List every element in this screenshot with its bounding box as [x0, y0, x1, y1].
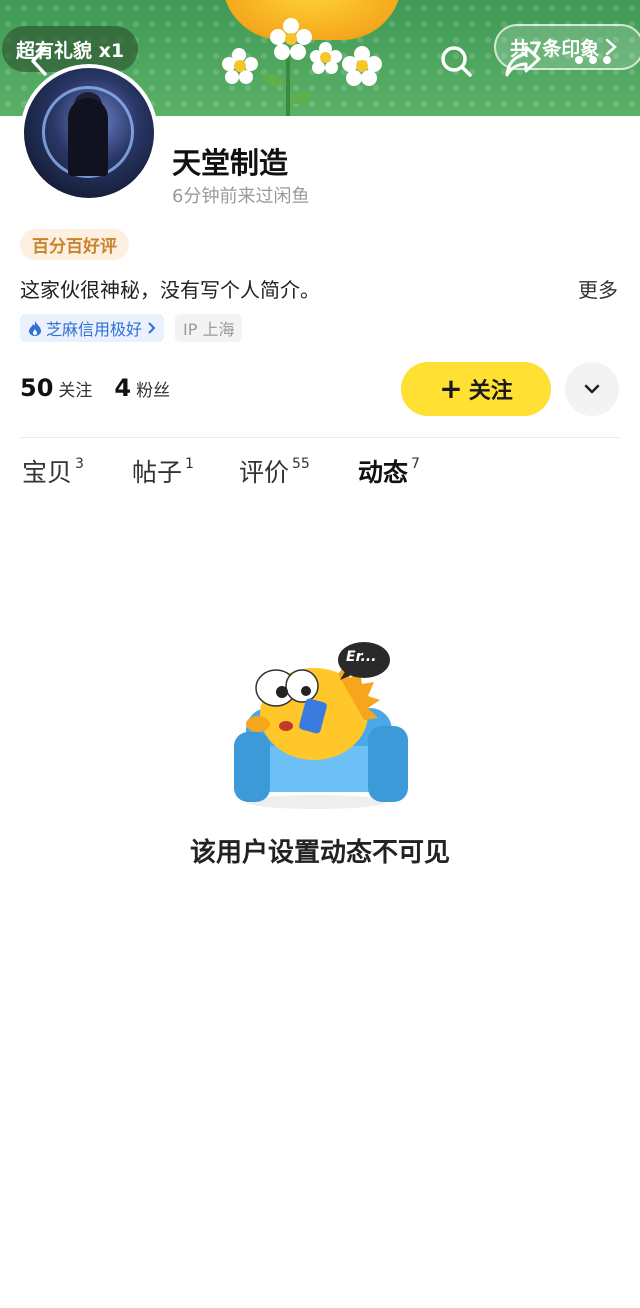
speech-bubble-text: Er...: [346, 649, 377, 665]
profile-bio: 这家伙很神秘，没有写个人简介。: [20, 278, 320, 302]
empty-state-message: 该用户设置动态不可见: [189, 838, 450, 868]
credit-tag[interactable]: 芝麻信用极好: [20, 314, 165, 342]
chevron-down-icon: [584, 384, 600, 394]
tab-label: 宝贝: [22, 458, 73, 487]
ip-location-label: IP 上海: [183, 320, 235, 339]
ip-location-tag: IP 上海: [175, 314, 243, 342]
empty-state-illustration: Er...: [228, 636, 418, 812]
chevron-right-icon: [148, 322, 156, 334]
flower-decoration: [270, 18, 312, 60]
tab-label: 帖子: [132, 458, 183, 487]
back-icon[interactable]: [22, 44, 56, 78]
tab-reviews[interactable]: 评价 55: [239, 450, 310, 496]
more-icon[interactable]: [573, 48, 613, 72]
followers-stat[interactable]: 4 粉丝: [114, 374, 170, 402]
tab-count: 1: [185, 456, 194, 472]
profile-name: 天堂制造: [172, 146, 289, 180]
search-icon[interactable]: [437, 42, 475, 80]
following-stat[interactable]: 50 关注: [20, 374, 92, 402]
section-divider: [20, 437, 620, 438]
banner-duck-decoration: [222, 0, 402, 40]
flower-decoration: [342, 46, 382, 86]
rating-badge-label: 百分百好评: [32, 237, 117, 257]
social-stats: 50 关注 4 粉丝: [20, 374, 170, 402]
followers-count: 4: [114, 374, 132, 402]
tab-label: 评价: [239, 458, 290, 487]
tab-items[interactable]: 宝贝 3: [22, 450, 84, 496]
tab-activity[interactable]: 动态 7: [358, 450, 420, 496]
flame-icon: [28, 320, 42, 336]
profile-tabs: 宝贝 3 帖子 1 评价 55 动态 7: [0, 450, 640, 500]
more-options-dropdown[interactable]: [565, 362, 619, 416]
following-label: 关注: [58, 381, 93, 401]
flower-leaf: [262, 74, 284, 86]
followers-label: 粉丝: [136, 381, 171, 401]
following-count: 50: [20, 374, 54, 402]
avatar-image: [24, 68, 154, 198]
tab-count: 55: [292, 456, 310, 472]
share-icon[interactable]: [503, 42, 543, 80]
follow-button[interactable]: + 关注: [401, 362, 551, 416]
rating-badge: 百分百好评: [20, 229, 129, 260]
tab-label: 动态: [358, 450, 409, 496]
plus-icon: +: [439, 372, 463, 405]
flower-decoration: [310, 42, 342, 74]
follow-button-label: 关注: [468, 379, 513, 404]
tab-count: 3: [75, 456, 84, 472]
avatar[interactable]: [20, 64, 158, 202]
flower-leaf: [290, 92, 312, 104]
flower-decoration: [222, 48, 258, 84]
credit-tag-label: 芝麻信用极好: [46, 320, 143, 339]
tab-posts[interactable]: 帖子 1: [132, 450, 194, 496]
bio-more-link[interactable]: 更多: [578, 274, 618, 303]
tab-count: 7: [411, 456, 420, 472]
last-seen-text: 6分钟前来过闲鱼: [172, 186, 310, 207]
